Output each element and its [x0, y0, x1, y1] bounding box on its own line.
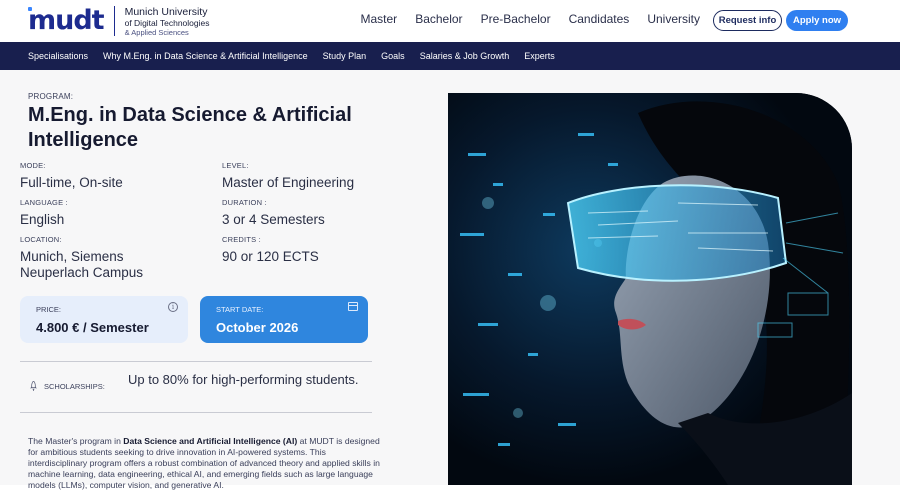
subnav-why-program[interactable]: Why M.Eng. in Data Science & Artificial …	[103, 51, 308, 61]
start-date-card: START DATE: October 2026	[200, 296, 368, 343]
logo-line-1: Munich University	[124, 5, 208, 18]
subnav-salaries[interactable]: Salaries & Job Growth	[420, 51, 510, 61]
program-label: PROGRAM:	[28, 92, 74, 101]
scholarship-key: SCHOLARSHIPS:	[44, 382, 105, 391]
mode-value: Full-time, On-site	[20, 175, 123, 190]
start-date-value: October 2026	[216, 320, 299, 335]
logo-wordmark: mudt	[28, 5, 105, 36]
apply-now-button[interactable]: Apply now	[786, 10, 848, 31]
university-logo[interactable]: mudt Munich University of Digital Techno…	[28, 5, 210, 37]
price-value: 4.800 € / Semester	[36, 320, 149, 335]
nav-bachelor[interactable]: Bachelor	[415, 12, 462, 26]
divider-top	[20, 361, 372, 362]
subnav-specialisations[interactable]: Specialisations	[28, 51, 88, 61]
description-highlight: Data Science and Artificial Intelligence…	[123, 436, 298, 446]
scholarship-value: Up to 80% for high-performing students.	[128, 372, 359, 387]
subnav-goals[interactable]: Goals	[381, 51, 405, 61]
logo-line-3: & Applied Sciences	[124, 27, 189, 37]
location-value: Munich, Siemens Neuperlach Campus	[20, 249, 144, 280]
program-description: The Master's program in Data Science and…	[28, 436, 380, 491]
subnav-experts[interactable]: Experts	[524, 51, 555, 61]
location-key: LOCATION:	[20, 235, 62, 244]
nav-pre-bachelor[interactable]: Pre-Bachelor	[481, 12, 551, 26]
level-field: LEVEL: Master of Engineering	[222, 161, 354, 191]
subnav-study-plan[interactable]: Study Plan	[323, 51, 367, 61]
request-info-button[interactable]: Request info	[713, 10, 782, 31]
level-value: Master of Engineering	[222, 175, 355, 190]
language-field: LANGUAGE : English	[20, 198, 68, 228]
nav-candidates[interactable]: Candidates	[569, 12, 630, 26]
duration-field: DURATION : 3 or 4 Semesters	[222, 198, 325, 228]
hero-image	[448, 93, 852, 485]
rocket-icon	[30, 381, 37, 391]
credits-value: 90 or 120 ECTS	[222, 249, 319, 264]
description-intro: The Master's program in	[28, 436, 124, 446]
section-nav: Specialisations Why M.Eng. in Data Scien…	[0, 42, 900, 70]
logo-text: Munich University of Digital Technologie…	[125, 6, 210, 37]
mode-key: MODE:	[20, 161, 46, 170]
logo-separator	[113, 6, 115, 36]
price-card: PRICE: 4.800 € / Semester i	[20, 296, 188, 343]
credits-field: CREDITS : 90 or 120 ECTS	[222, 235, 319, 265]
hero-illustration	[448, 93, 852, 485]
logo-line-2: of Digital Technologies	[124, 17, 210, 28]
divider-bottom	[20, 412, 372, 413]
level-key: LEVEL:	[222, 161, 249, 170]
duration-key: DURATION :	[222, 198, 267, 207]
credits-key: CREDITS :	[222, 235, 261, 244]
main-nav: Master Bachelor Pre-Bachelor Candidates …	[361, 12, 701, 26]
duration-value: 3 or 4 Semesters	[222, 212, 325, 227]
top-header: mudt Munich University of Digital Techno…	[0, 0, 900, 42]
language-key: LANGUAGE :	[20, 198, 68, 207]
mode-field: MODE: Full-time, On-site	[20, 161, 123, 191]
start-date-key: START DATE:	[216, 305, 264, 314]
nav-university[interactable]: University	[647, 12, 700, 26]
location-field: LOCATION: Munich, Siemens Neuperlach Cam…	[20, 235, 190, 281]
info-icon[interactable]: i	[168, 302, 178, 312]
language-value: English	[20, 212, 65, 227]
price-key: PRICE:	[36, 305, 62, 314]
calendar-icon	[348, 302, 358, 311]
page-title: M.Eng. in Data Science & Artificial Inte…	[28, 104, 352, 151]
nav-master[interactable]: Master	[361, 12, 398, 26]
